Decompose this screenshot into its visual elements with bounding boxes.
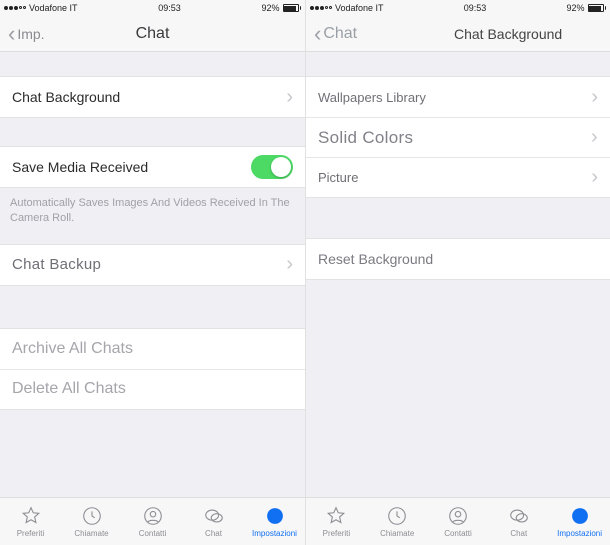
tab-bar: Preferiti Chiamate Contatti Chat Imposta… (0, 497, 305, 545)
battery-percent: 92% (566, 3, 584, 13)
status-time: 09:53 (464, 3, 487, 13)
chevron-right-icon: › (286, 86, 293, 109)
tab-label: Contatti (139, 529, 167, 538)
chat-background-row[interactable]: Chat Background › (0, 77, 305, 117)
carrier-label: Vodafone IT (335, 3, 384, 13)
page-title: Chat (136, 25, 170, 43)
chevron-right-icon: › (591, 166, 598, 189)
tab-label: Chiamate (380, 529, 414, 538)
tab-contatti[interactable]: Contatti (428, 505, 488, 538)
row-label: Picture (318, 170, 358, 185)
tab-label: Chiamate (74, 529, 108, 538)
chevron-right-icon: › (591, 86, 598, 109)
status-bar: Vodafone IT 09:53 92% (0, 0, 305, 16)
battery-percent: 92% (261, 3, 279, 13)
tab-chat[interactable]: Chat (184, 505, 244, 538)
save-media-toggle[interactable] (251, 155, 293, 179)
content-area: Chat Background › Save Media Received Au… (0, 52, 305, 497)
chat-icon (202, 505, 226, 527)
tab-bar: Preferiti Chiamate Contatti Chat Imposta… (306, 497, 610, 545)
save-media-note: Automatically Saves Images And Videos Re… (0, 188, 305, 230)
row-label: Chat Backup (12, 256, 101, 273)
row-label: Reset Background (318, 251, 433, 267)
signal-dots-icon (4, 6, 26, 10)
nav-bar: ‹ Chat Chat Background (306, 16, 610, 52)
battery-icon (588, 4, 607, 12)
row-label: Chat Background (12, 89, 120, 105)
chevron-right-icon: › (286, 253, 293, 276)
gear-icon (263, 505, 287, 527)
status-bar: Vodafone IT 09:53 92% (306, 0, 610, 16)
contact-icon (446, 505, 470, 527)
star-icon (324, 505, 348, 527)
row-label: Archive All Chats (12, 340, 133, 358)
contact-icon (141, 505, 165, 527)
tab-preferiti[interactable]: Preferiti (1, 505, 61, 538)
picture-row[interactable]: Picture › (306, 157, 610, 197)
tab-contatti[interactable]: Contatti (123, 505, 183, 538)
tab-label: Chat (510, 529, 527, 538)
gear-icon (568, 505, 592, 527)
battery-icon (283, 4, 302, 12)
clock-icon (385, 505, 409, 527)
tab-label: Contatti (444, 529, 472, 538)
save-media-row: Save Media Received (0, 147, 305, 187)
delete-all-row[interactable]: Delete All Chats (0, 369, 305, 409)
chat-icon (507, 505, 531, 527)
chevron-left-icon: ‹ (8, 23, 15, 45)
page-title: Chat Background (454, 26, 562, 42)
back-button[interactable]: ‹ Imp. (8, 23, 45, 45)
tab-preferiti[interactable]: Preferiti (306, 505, 366, 538)
tab-label: Preferiti (17, 529, 45, 538)
row-label: Wallpapers Library (318, 90, 426, 105)
signal-dots-icon (310, 6, 332, 10)
tab-label: Impostazioni (557, 529, 602, 538)
right-phone: Vodafone IT 09:53 92% ‹ Chat Chat Backgr… (305, 0, 610, 545)
chevron-right-icon: › (591, 126, 598, 149)
tab-impostazioni[interactable]: Impostazioni (245, 505, 305, 538)
back-label: Chat (323, 25, 357, 43)
chevron-left-icon: ‹ (314, 23, 321, 45)
row-label: Solid Colors (318, 128, 413, 148)
tab-impostazioni[interactable]: Impostazioni (550, 505, 610, 538)
back-label: Imp. (17, 26, 44, 42)
wallpapers-library-row[interactable]: Wallpapers Library › (306, 77, 610, 117)
tab-label: Impostazioni (252, 529, 297, 538)
tab-chat[interactable]: Chat (489, 505, 549, 538)
reset-background-row[interactable]: Reset Background (306, 239, 610, 279)
status-time: 09:53 (158, 3, 181, 13)
row-label: Delete All Chats (12, 380, 126, 398)
tab-chiamate[interactable]: Chiamate (62, 505, 122, 538)
content-area: Wallpapers Library › Solid Colors › Pict… (306, 52, 610, 497)
nav-bar: ‹ Imp. Chat (0, 16, 305, 52)
carrier-label: Vodafone IT (29, 3, 78, 13)
row-label: Save Media Received (12, 159, 148, 175)
tab-label: Preferiti (323, 529, 351, 538)
tab-label: Chat (205, 529, 222, 538)
star-icon (19, 505, 43, 527)
archive-all-row[interactable]: Archive All Chats (0, 329, 305, 369)
solid-colors-row[interactable]: Solid Colors › (306, 117, 610, 157)
back-button[interactable]: ‹ Chat (314, 23, 357, 45)
chat-backup-row[interactable]: Chat Backup › (0, 245, 305, 285)
clock-icon (80, 505, 104, 527)
tab-chiamate[interactable]: Chiamate (367, 505, 427, 538)
left-phone: Vodafone IT 09:53 92% ‹ Imp. Chat Chat B… (0, 0, 305, 545)
